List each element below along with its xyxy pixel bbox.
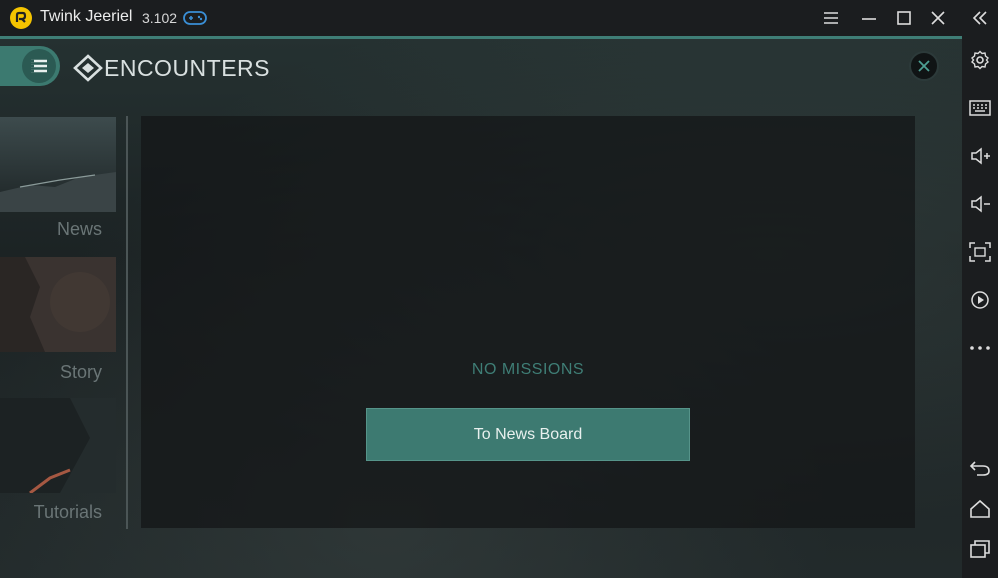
app-logo-icon	[10, 7, 32, 29]
volume-up-icon[interactable]	[968, 144, 992, 168]
missions-panel: NO MISSIONS To News Board	[141, 116, 915, 528]
category-label: Tutorials	[33, 502, 102, 522]
category-label: Story	[59, 362, 102, 382]
game-menu-button[interactable]	[0, 46, 60, 86]
hamburger-icon	[22, 49, 56, 83]
encounters-icon	[73, 54, 103, 87]
game-area: ENCOUNTERS News Story Tutorials NO MISSI…	[0, 39, 962, 578]
category-news[interactable]: News	[0, 117, 116, 244]
story-thumbnail	[0, 257, 116, 352]
close-icon[interactable]	[926, 6, 950, 30]
category-divider	[126, 116, 128, 529]
category-story[interactable]: Story	[0, 257, 116, 388]
maximize-icon[interactable]	[892, 6, 916, 30]
news-thumbnail	[0, 117, 116, 212]
app-version: 3.102	[142, 10, 178, 26]
fullscreen-icon[interactable]	[968, 240, 992, 264]
to-news-board-button[interactable]: To News Board	[366, 408, 690, 461]
category-label: News	[56, 219, 102, 239]
title-bar: Twink Jeeriel 3.102	[0, 0, 962, 36]
gamepad-icon[interactable]	[183, 9, 207, 32]
home-icon[interactable]	[968, 497, 992, 521]
record-icon[interactable]	[968, 288, 992, 312]
settings-icon[interactable]	[968, 48, 992, 72]
recent-apps-icon[interactable]	[968, 537, 992, 561]
minimize-icon[interactable]	[857, 6, 881, 30]
menu-icon[interactable]	[819, 6, 843, 30]
back-icon[interactable]	[968, 456, 992, 480]
emulator-sidebar	[962, 0, 998, 578]
collapse-icon[interactable]	[968, 6, 992, 30]
page-title: ENCOUNTERS	[104, 55, 271, 81]
app-title: Twink Jeeriel	[40, 8, 133, 25]
close-encounters-button[interactable]	[909, 51, 939, 81]
more-icon[interactable]	[968, 336, 992, 360]
keyboard-icon[interactable]	[968, 96, 992, 120]
category-tutorials[interactable]: Tutorials	[0, 398, 116, 529]
tutorials-thumbnail	[0, 398, 116, 493]
empty-state-text: NO MISSIONS	[471, 361, 585, 378]
volume-down-icon[interactable]	[968, 192, 992, 216]
